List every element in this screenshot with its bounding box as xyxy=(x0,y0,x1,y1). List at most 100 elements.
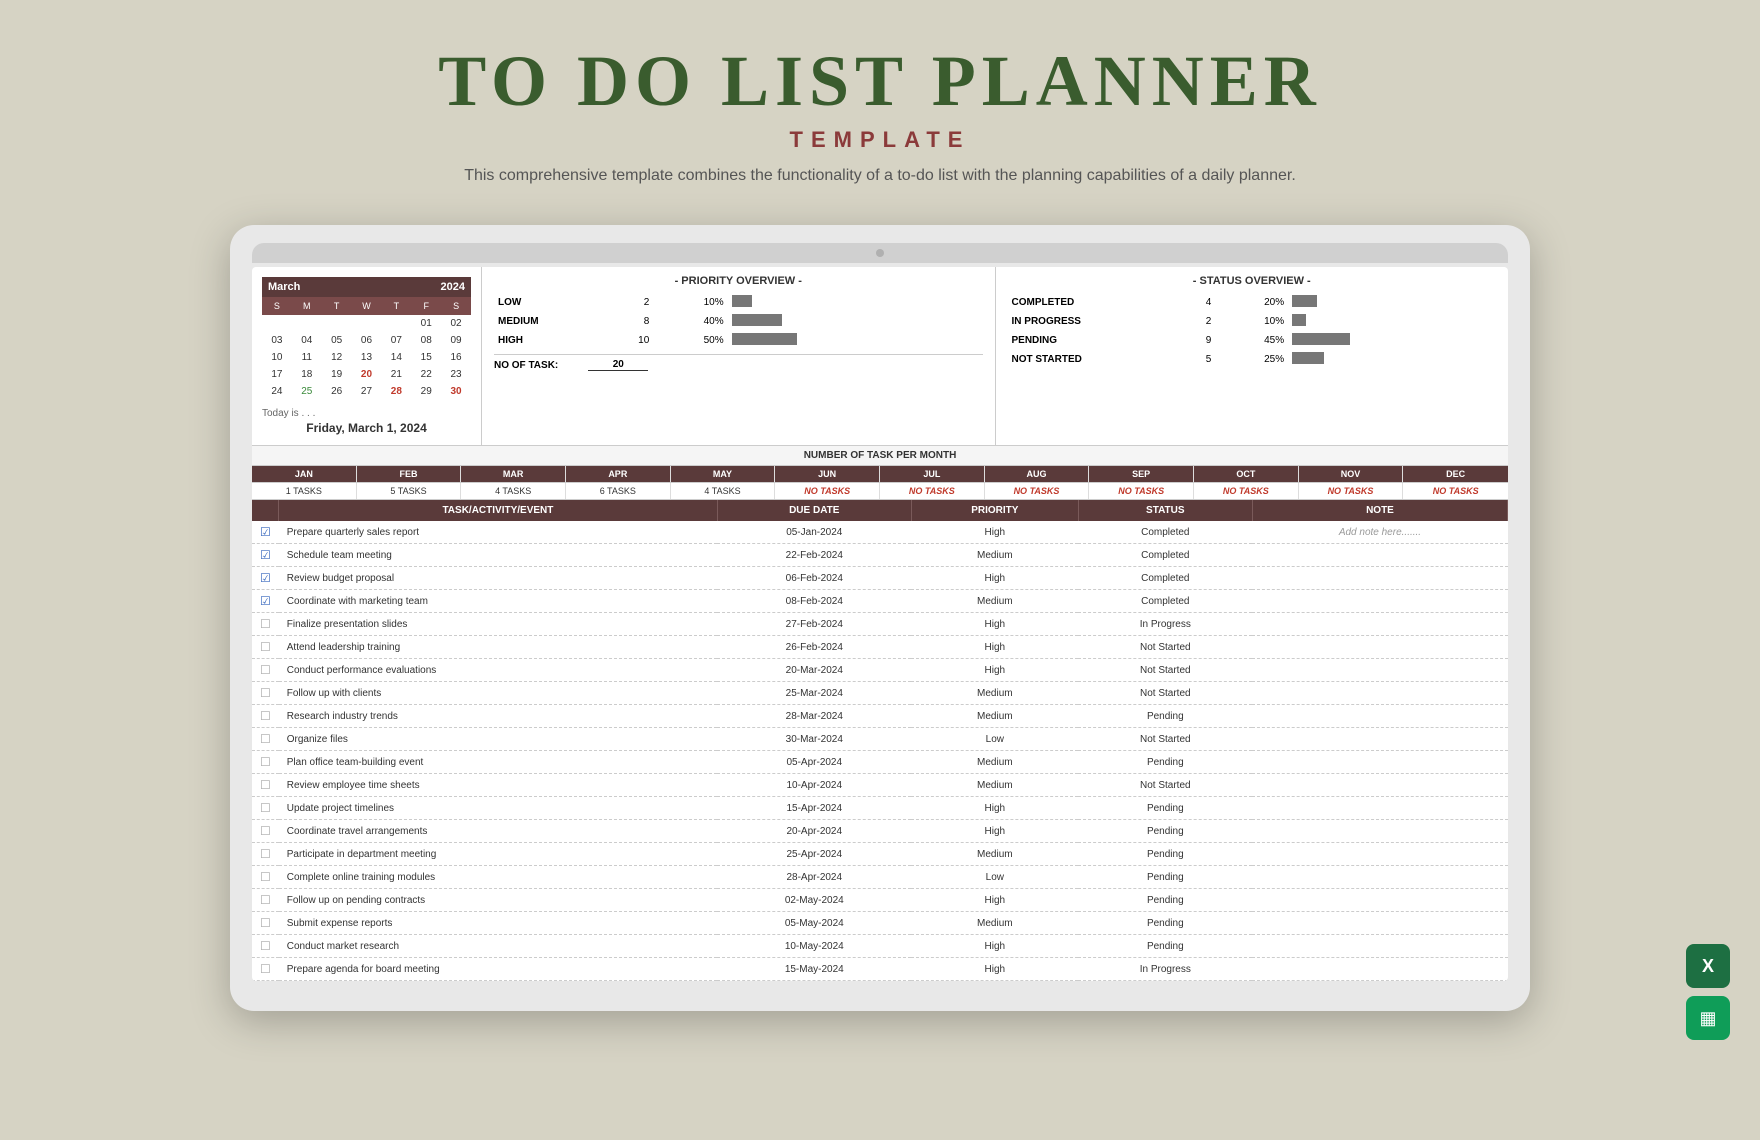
calendar-day: 30 xyxy=(441,383,471,400)
task-priority: Low xyxy=(911,728,1078,751)
task-note xyxy=(1252,820,1507,843)
task-checkbox[interactable]: ☑ xyxy=(252,567,279,590)
task-name: Prepare agenda for board meeting xyxy=(279,958,717,981)
task-note xyxy=(1252,866,1507,889)
priority-label: MEDIUM xyxy=(494,312,611,331)
status-bar-cell xyxy=(1288,312,1496,331)
task-name: Conduct market research xyxy=(279,935,717,958)
task-priority: Medium xyxy=(911,705,1078,728)
task-name: Prepare quarterly sales report xyxy=(279,521,717,544)
task-row: ☐ Organize files 30-Mar-2024 Low Not Sta… xyxy=(252,728,1508,751)
main-title: TO DO LIST PLANNER xyxy=(20,40,1740,123)
task-row: ☐ Finalize presentation slides 27-Feb-20… xyxy=(252,613,1508,636)
calendar-block: March 2024 S M T W T F S 010203040506070… xyxy=(252,267,482,445)
month-task-cell: NO TASKS xyxy=(775,483,880,499)
task-checkbox[interactable]: ☐ xyxy=(252,866,279,889)
task-row: ☐ Prepare agenda for board meeting 15-Ma… xyxy=(252,958,1508,981)
task-checkbox[interactable]: ☐ xyxy=(252,820,279,843)
top-section: March 2024 S M T W T F S 010203040506070… xyxy=(252,267,1508,446)
month-task-cell: 5 TASKS xyxy=(357,483,462,499)
task-due-date: 10-Apr-2024 xyxy=(717,774,911,797)
month-task-cell: NO TASKS xyxy=(1194,483,1299,499)
task-note xyxy=(1252,935,1507,958)
task-due-date: 08-Feb-2024 xyxy=(717,590,911,613)
task-name: Finalize presentation slides xyxy=(279,613,717,636)
month-tasks-grid: 1 TASKS5 TASKS4 TASKS6 TASKS4 TASKSNO TA… xyxy=(252,483,1508,499)
task-checkbox[interactable]: ☐ xyxy=(252,774,279,797)
sheets-icon[interactable]: ▦ xyxy=(1686,996,1730,1040)
spreadsheet-container: March 2024 S M T W T F S 010203040506070… xyxy=(252,267,1508,981)
task-checkbox[interactable]: ☐ xyxy=(252,889,279,912)
task-checkbox[interactable]: ☑ xyxy=(252,590,279,613)
status-bar xyxy=(1292,352,1324,364)
task-priority: High xyxy=(911,521,1078,544)
priority-count: 8 xyxy=(611,312,653,331)
day-s1: S xyxy=(262,299,292,313)
status-row: IN PROGRESS 2 10% xyxy=(1008,312,1497,331)
excel-icon[interactable]: X xyxy=(1686,944,1730,988)
calendar-day: 03 xyxy=(262,332,292,349)
task-status: In Progress xyxy=(1078,958,1252,981)
calendar-header: March 2024 xyxy=(262,277,471,297)
status-count: 5 xyxy=(1174,350,1216,369)
calendar-day xyxy=(352,315,382,332)
priority-row: MEDIUM 8 40% xyxy=(494,312,983,331)
calendar-day: 08 xyxy=(411,332,441,349)
task-checkbox[interactable]: ☐ xyxy=(252,912,279,935)
today-label: Today is . . . xyxy=(262,408,471,419)
task-checkbox[interactable]: ☐ xyxy=(252,705,279,728)
task-checkbox[interactable]: ☐ xyxy=(252,659,279,682)
task-note xyxy=(1252,912,1507,935)
task-row: ☐ Conduct market research 10-May-2024 Hi… xyxy=(252,935,1508,958)
priority-label: HIGH xyxy=(494,331,611,350)
month-header-cell: JUN xyxy=(775,466,880,482)
month-task-cell: 4 TASKS xyxy=(671,483,776,499)
status-pct: 20% xyxy=(1215,293,1288,312)
task-checkbox[interactable]: ☐ xyxy=(252,613,279,636)
sheets-label: ▦ xyxy=(1699,1008,1716,1029)
calendar-day: 06 xyxy=(352,332,382,349)
calendar-day: 01 xyxy=(411,315,441,332)
month-task-cell: NO TASKS xyxy=(1089,483,1194,499)
status-label: NOT STARTED xyxy=(1008,350,1174,369)
task-note xyxy=(1252,567,1507,590)
task-row: ☑ Schedule team meeting 22-Feb-2024 Medi… xyxy=(252,544,1508,567)
month-task-cell: NO TASKS xyxy=(880,483,985,499)
task-checkbox[interactable]: ☐ xyxy=(252,728,279,751)
calendar-day: 18 xyxy=(292,366,322,383)
task-status: Pending xyxy=(1078,912,1252,935)
month-task-cell: NO TASKS xyxy=(1299,483,1404,499)
calendar-day: 21 xyxy=(381,366,411,383)
task-checkbox[interactable]: ☐ xyxy=(252,797,279,820)
priority-bar xyxy=(732,333,797,345)
calendar-day xyxy=(262,315,292,332)
description: This comprehensive template combines the… xyxy=(430,167,1330,185)
calendar-day: 20 xyxy=(352,366,382,383)
task-checkbox[interactable]: ☐ xyxy=(252,636,279,659)
task-checkbox[interactable]: ☐ xyxy=(252,958,279,981)
today-date: Friday, March 1, 2024 xyxy=(262,421,471,435)
icons-panel: X ▦ xyxy=(1686,944,1730,1040)
task-checkbox[interactable]: ☐ xyxy=(252,843,279,866)
priority-row: LOW 2 10% xyxy=(494,293,983,312)
task-table-header-cell: PRIORITY xyxy=(911,500,1078,521)
status-bar xyxy=(1292,295,1317,307)
calendar-day: 26 xyxy=(322,383,352,400)
task-checkbox[interactable]: ☐ xyxy=(252,751,279,774)
task-checkbox[interactable]: ☑ xyxy=(252,544,279,567)
status-title: - STATUS OVERVIEW - xyxy=(1008,275,1497,287)
task-due-date: 06-Feb-2024 xyxy=(717,567,911,590)
task-priority: High xyxy=(911,797,1078,820)
month-header-cell: OCT xyxy=(1194,466,1299,482)
task-checkbox[interactable]: ☐ xyxy=(252,682,279,705)
task-due-date: 15-May-2024 xyxy=(717,958,911,981)
calendar-day: 16 xyxy=(441,349,471,366)
task-row: ☐ Complete online training modules 28-Ap… xyxy=(252,866,1508,889)
task-checkbox[interactable]: ☑ xyxy=(252,521,279,544)
task-status: In Progress xyxy=(1078,613,1252,636)
status-count: 4 xyxy=(1174,293,1216,312)
calendar-day: 05 xyxy=(322,332,352,349)
status-count: 9 xyxy=(1174,331,1216,350)
task-checkbox[interactable]: ☐ xyxy=(252,935,279,958)
day-f: F xyxy=(411,299,441,313)
